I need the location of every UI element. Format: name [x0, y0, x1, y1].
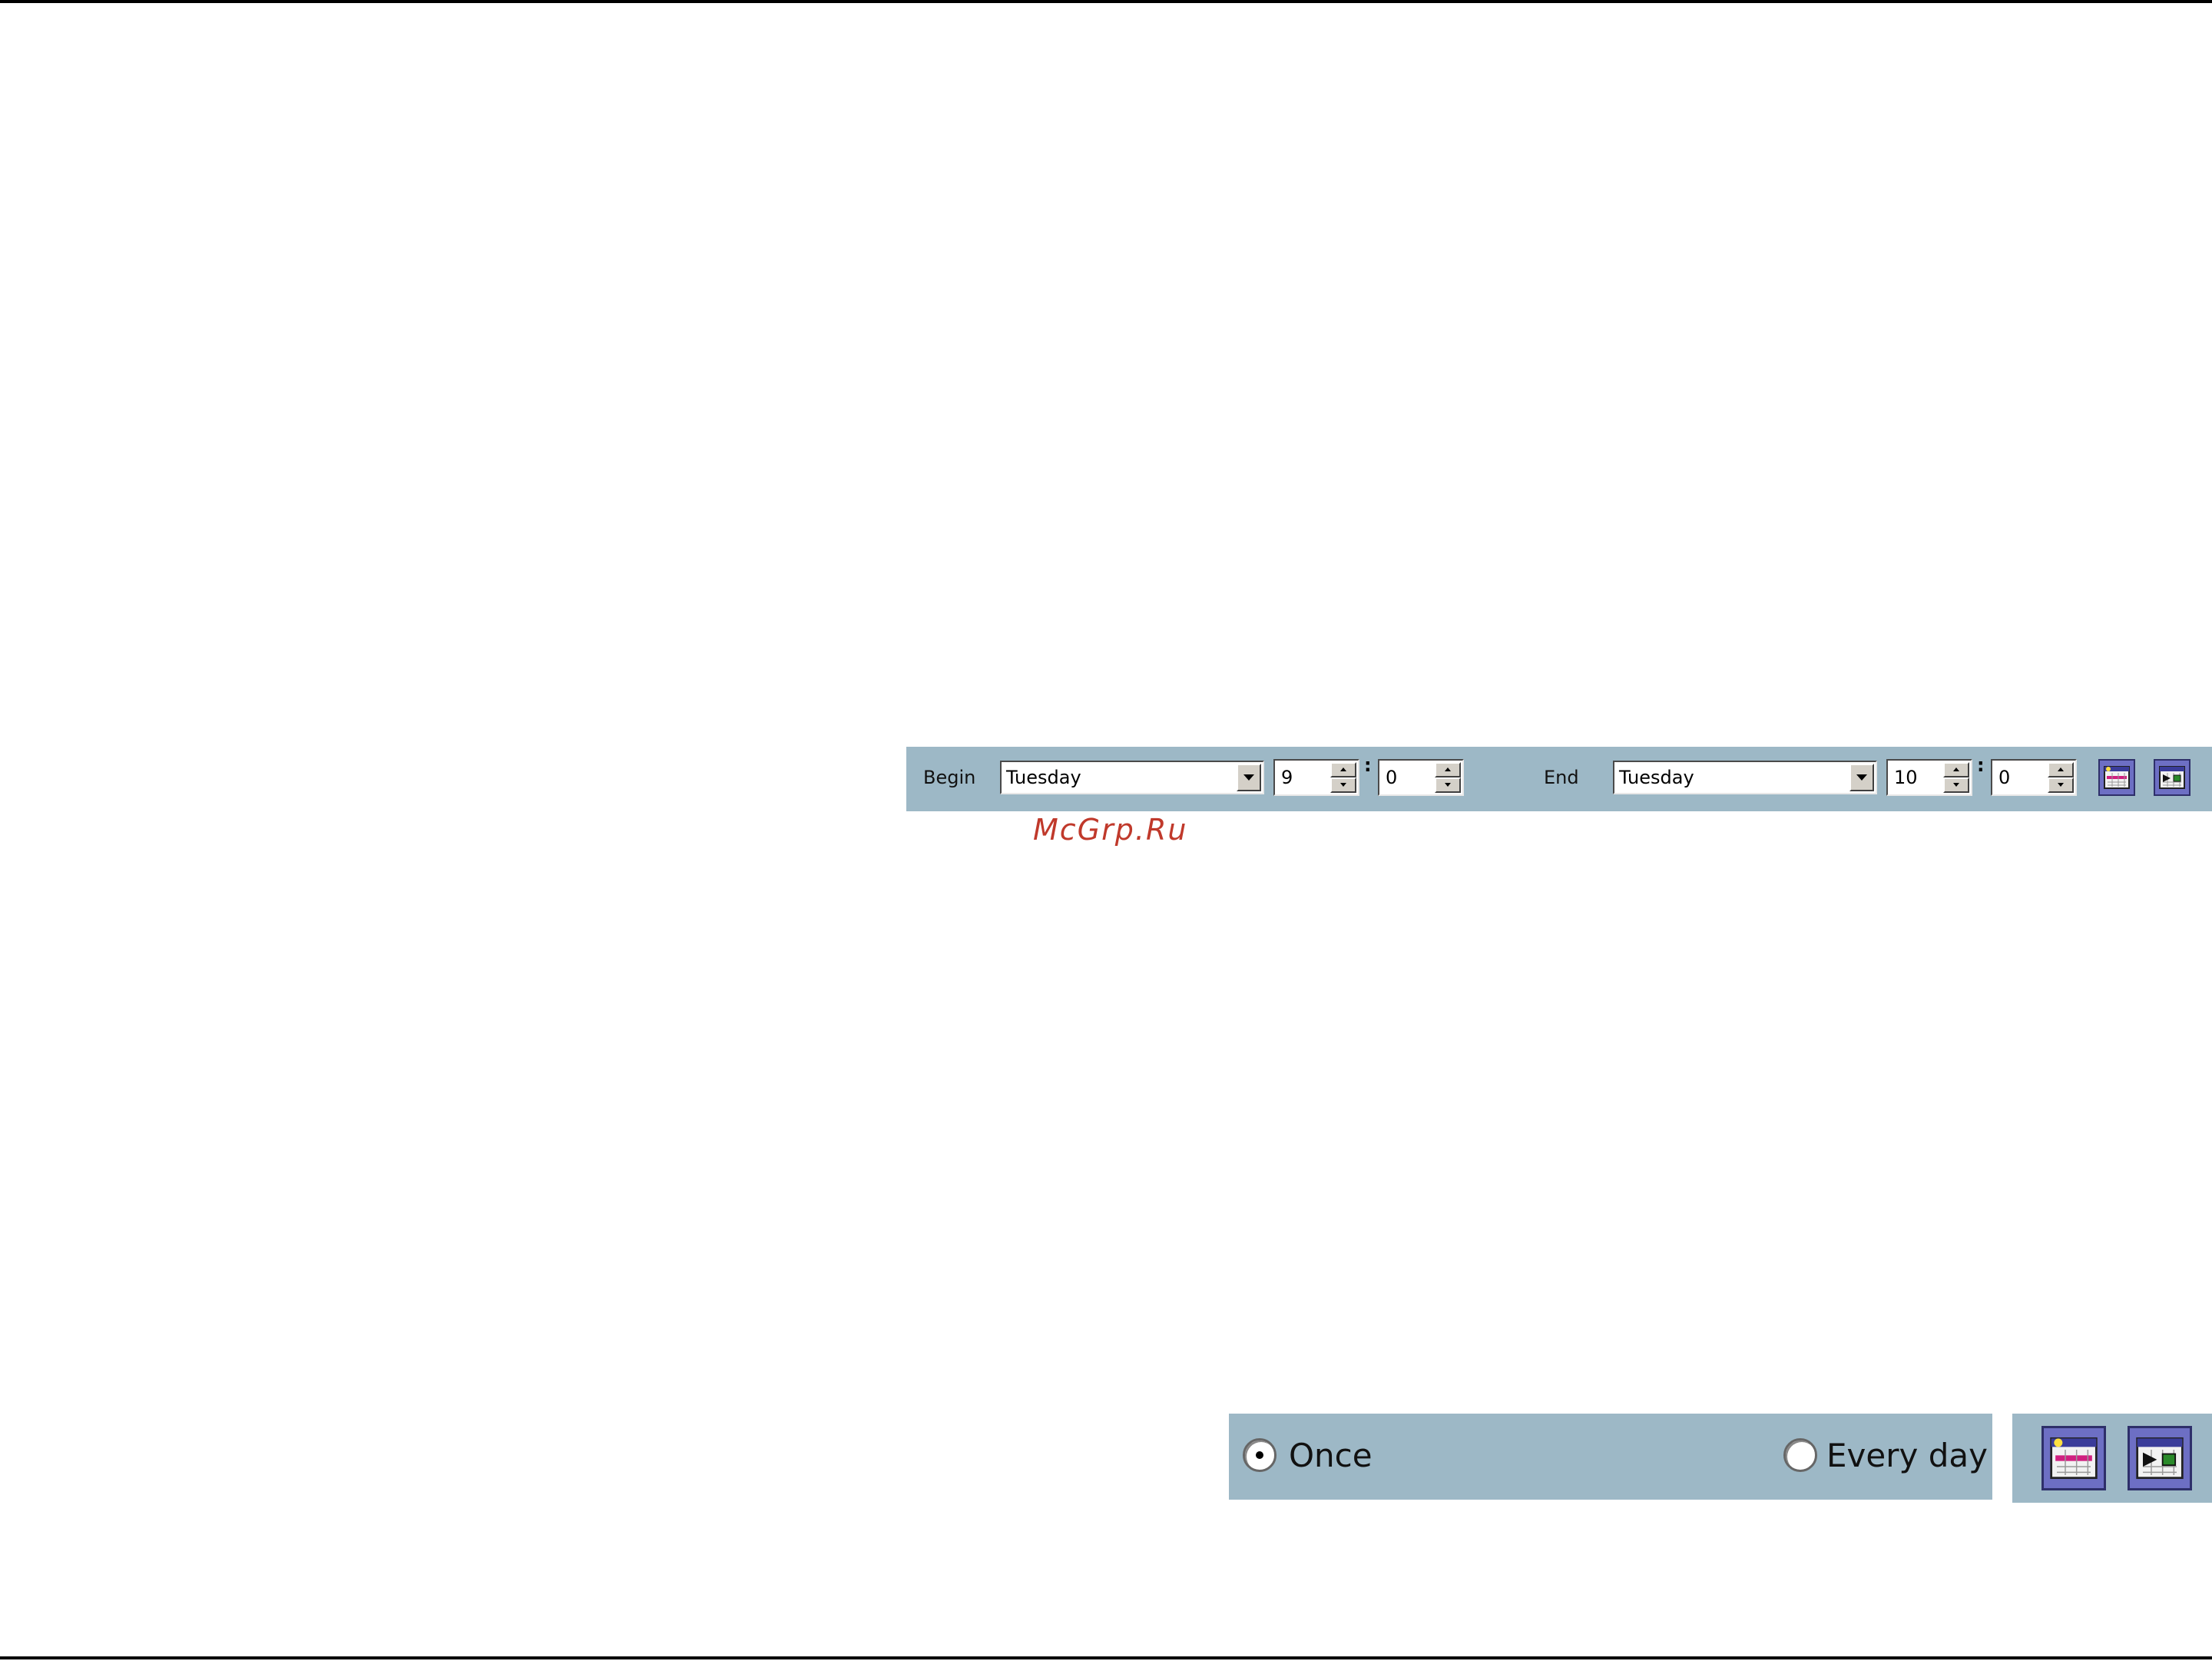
- spin-up-icon[interactable]: [2048, 762, 2074, 777]
- begin-hour-value: 9: [1281, 767, 1293, 788]
- bottom-rule: [0, 1656, 2212, 1659]
- calendar-insert-icon[interactable]: [2128, 1426, 2192, 1490]
- end-day-value: Tuesday: [1619, 767, 1694, 788]
- calendar-insert-icon[interactable]: [2154, 759, 2190, 796]
- end-hour-spinner[interactable]: 10: [1886, 759, 1972, 796]
- spin-down-icon[interactable]: [1330, 777, 1356, 793]
- spin-down-icon[interactable]: [2048, 777, 2074, 793]
- radio-every-day[interactable]: [1783, 1438, 1817, 1472]
- end-hour-value: 10: [1894, 767, 1918, 788]
- begin-day-value: Tuesday: [1006, 767, 1081, 788]
- schedule-bar: Begin Tuesday 9 : 0 End Tuesday 10 : 0: [906, 747, 2212, 811]
- end-minute-spinner[interactable]: 0: [1991, 759, 2077, 796]
- begin-day-select[interactable]: Tuesday: [1000, 761, 1264, 794]
- radio-every-day-label: Every day: [1826, 1437, 1988, 1474]
- end-minute-value: 0: [1998, 767, 2011, 788]
- radio-once-label: Once: [1289, 1437, 1373, 1474]
- spin-up-icon[interactable]: [1330, 762, 1356, 777]
- calendar-add-icon[interactable]: [2041, 1426, 2106, 1490]
- repeat-bar: Once Every day: [1229, 1414, 1992, 1500]
- begin-hour-spinner[interactable]: 9: [1273, 759, 1359, 796]
- chevron-down-icon[interactable]: [1237, 764, 1261, 791]
- top-rule: [0, 0, 2212, 3]
- begin-label: Begin: [923, 767, 976, 788]
- time-separator: :: [1364, 754, 1372, 776]
- spin-down-icon[interactable]: [1943, 777, 1969, 793]
- end-label: End: [1544, 767, 1579, 788]
- begin-minute-value: 0: [1386, 767, 1398, 788]
- calendar-add-icon[interactable]: [2098, 759, 2135, 796]
- spin-down-icon[interactable]: [1435, 777, 1461, 793]
- time-separator: :: [1977, 754, 1985, 776]
- begin-minute-spinner[interactable]: 0: [1378, 759, 1464, 796]
- radio-once[interactable]: [1243, 1438, 1277, 1472]
- chevron-down-icon[interactable]: [1849, 764, 1874, 791]
- spin-up-icon[interactable]: [1435, 762, 1461, 777]
- watermark: McGrp.Ru: [1033, 813, 1188, 847]
- repeat-icon-panel: [2012, 1414, 2212, 1503]
- spin-up-icon[interactable]: [1943, 762, 1969, 777]
- end-day-select[interactable]: Tuesday: [1613, 761, 1877, 794]
